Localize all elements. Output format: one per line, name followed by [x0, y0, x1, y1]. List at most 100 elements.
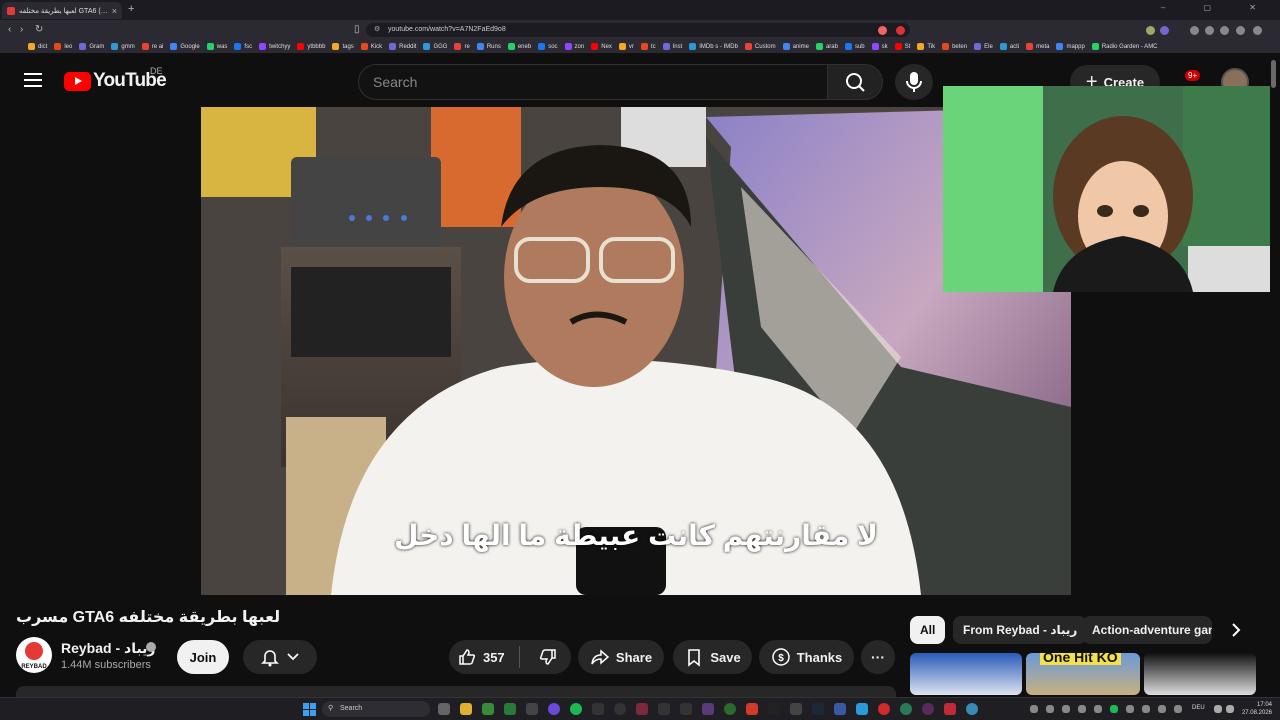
app-icon[interactable]: [526, 703, 538, 715]
app-icon[interactable]: [680, 703, 692, 715]
bookmark-item[interactable]: acti: [999, 43, 1019, 50]
tray-icon[interactable]: [1062, 705, 1070, 713]
bookmark-item[interactable]: sk: [871, 43, 888, 50]
alert-extension-icon[interactable]: [896, 26, 905, 35]
app-icon[interactable]: [724, 703, 736, 715]
shield-extension-icon[interactable]: [878, 26, 887, 35]
bookmark-item[interactable]: fsc: [234, 43, 252, 50]
media-player-icon[interactable]: [614, 703, 626, 715]
bookmark-item[interactable]: ytbbbb: [297, 43, 325, 50]
extension-icon[interactable]: [1190, 26, 1199, 35]
extension-icon[interactable]: [1146, 26, 1155, 35]
app-icon[interactable]: [746, 703, 758, 715]
bookmark-item[interactable]: GGG: [423, 43, 447, 50]
description-box[interactable]: [16, 686, 896, 697]
task-view-icon[interactable]: [438, 703, 450, 715]
bookmark-item[interactable]: zon: [564, 43, 584, 50]
menu-icon[interactable]: [1253, 26, 1262, 35]
chip-from-channel[interactable]: From Reybad - ريباد: [953, 616, 1088, 644]
bookmark-item[interactable]: tags: [332, 43, 354, 50]
bookmark-item[interactable]: Radio Garden - AMC: [1091, 43, 1158, 50]
forward-icon[interactable]: ›: [20, 24, 23, 35]
bookmark-item[interactable]: arab: [815, 43, 838, 50]
tab-active[interactable]: لعبها بطريقة مختلفه GTA6 مسرب (9) ×: [2, 2, 122, 19]
recommended-thumbnail[interactable]: [910, 653, 1022, 695]
tray-icon[interactable]: [1030, 705, 1038, 713]
extension-icon[interactable]: [1160, 26, 1169, 35]
tray-icon[interactable]: [1078, 705, 1086, 713]
steam-icon[interactable]: [812, 703, 824, 715]
bookmark-item[interactable]: twitchyy: [259, 43, 290, 50]
tray-icon[interactable]: [1126, 705, 1134, 713]
bookmark-item[interactable]: tc: [640, 43, 656, 50]
site-info-icon[interactable]: ⚙: [374, 23, 380, 37]
app-icon[interactable]: [834, 703, 846, 715]
wifi-icon[interactable]: [1214, 705, 1222, 713]
video-player[interactable]: لا مقارنتهم كانت عبيطة ما الها دخل: [201, 107, 1071, 595]
app-icon[interactable]: [636, 703, 648, 715]
bookmark-item[interactable]: Google: [170, 43, 200, 50]
bookmark-item[interactable]: Inst: [662, 43, 682, 50]
reload-icon[interactable]: ↻: [35, 24, 43, 35]
recommended-thumbnail[interactable]: One Hit KO: [1026, 653, 1140, 695]
keyboard-language[interactable]: DEU: [1192, 705, 1205, 711]
tray-icon[interactable]: [1158, 705, 1166, 713]
new-tab-button[interactable]: +: [128, 3, 134, 15]
bookmark-item[interactable]: St: [894, 43, 910, 50]
search-input[interactable]: Search: [358, 64, 828, 100]
recommended-thumbnail[interactable]: [1144, 653, 1256, 695]
voice-search-button[interactable]: [895, 64, 933, 100]
bookmark-item[interactable]: dict: [28, 43, 47, 50]
file-explorer-icon[interactable]: [460, 703, 472, 715]
bookmark-item[interactable]: anime: [782, 43, 809, 50]
app-icon[interactable]: [658, 703, 670, 715]
chip-category[interactable]: Action-adventure gan: [1082, 616, 1212, 644]
join-button[interactable]: Join: [177, 640, 229, 674]
subscription-bell-button[interactable]: [243, 640, 317, 674]
app-icon[interactable]: [856, 703, 868, 715]
tray-icon[interactable]: [1046, 705, 1054, 713]
vivaldi-icon[interactable]: [944, 703, 956, 715]
app-icon[interactable]: [922, 703, 934, 715]
bookmark-item[interactable]: Custom: [744, 43, 776, 50]
app-icon[interactable]: [768, 703, 780, 715]
back-icon[interactable]: ‹: [8, 24, 11, 35]
like-button[interactable]: 357: [449, 647, 513, 667]
search-button[interactable]: [827, 64, 883, 100]
volume-icon[interactable]: [1226, 705, 1234, 713]
bookmark-item[interactable]: Reddit: [389, 43, 416, 50]
share-button[interactable]: Share: [578, 640, 664, 674]
bookmark-item[interactable]: IMDb s - IMDb: [689, 43, 738, 50]
bookmark-item[interactable]: Kick: [360, 43, 382, 50]
bookmark-item[interactable]: Ele: [974, 43, 993, 50]
chip-all[interactable]: All: [910, 616, 946, 644]
sidebar-icon[interactable]: [1205, 26, 1214, 35]
notifications-badge[interactable]: 9+: [1185, 70, 1201, 81]
bookmark-item[interactable]: Tik: [917, 43, 935, 50]
opera-icon[interactable]: [878, 703, 890, 715]
tray-icon[interactable]: [1142, 705, 1150, 713]
excel-icon[interactable]: [504, 703, 516, 715]
bookmark-item[interactable]: was: [206, 43, 227, 50]
bookmark-page-icon[interactable]: ▯: [354, 24, 360, 35]
app-icon[interactable]: [966, 703, 978, 715]
bookmark-item[interactable]: beten: [942, 43, 967, 50]
youtube-logo[interactable]: YouTube DE: [64, 66, 167, 92]
bookmark-item[interactable]: meta: [1026, 43, 1049, 50]
tray-icon[interactable]: [1174, 705, 1182, 713]
taskbar-search[interactable]: ⚲ Search: [322, 701, 430, 717]
save-button[interactable]: Save: [673, 640, 752, 674]
extension-icon[interactable]: [1220, 26, 1229, 35]
bookmark-item[interactable]: Gram: [79, 43, 104, 50]
bookmark-item[interactable]: leo: [54, 43, 72, 50]
scrollbar[interactable]: [1271, 60, 1276, 88]
tray-icon[interactable]: [1094, 705, 1102, 713]
window-controls[interactable]: – ▢ ✕: [1161, 3, 1274, 12]
bookmark-item[interactable]: eneb: [507, 43, 531, 50]
discord-icon[interactable]: [548, 703, 560, 715]
app-icon[interactable]: [900, 703, 912, 715]
app-icon[interactable]: [592, 703, 604, 715]
thanks-button[interactable]: $ Thanks: [759, 640, 854, 674]
spotify-icon[interactable]: [570, 703, 582, 715]
bookmark-item[interactable]: re: [454, 43, 470, 50]
